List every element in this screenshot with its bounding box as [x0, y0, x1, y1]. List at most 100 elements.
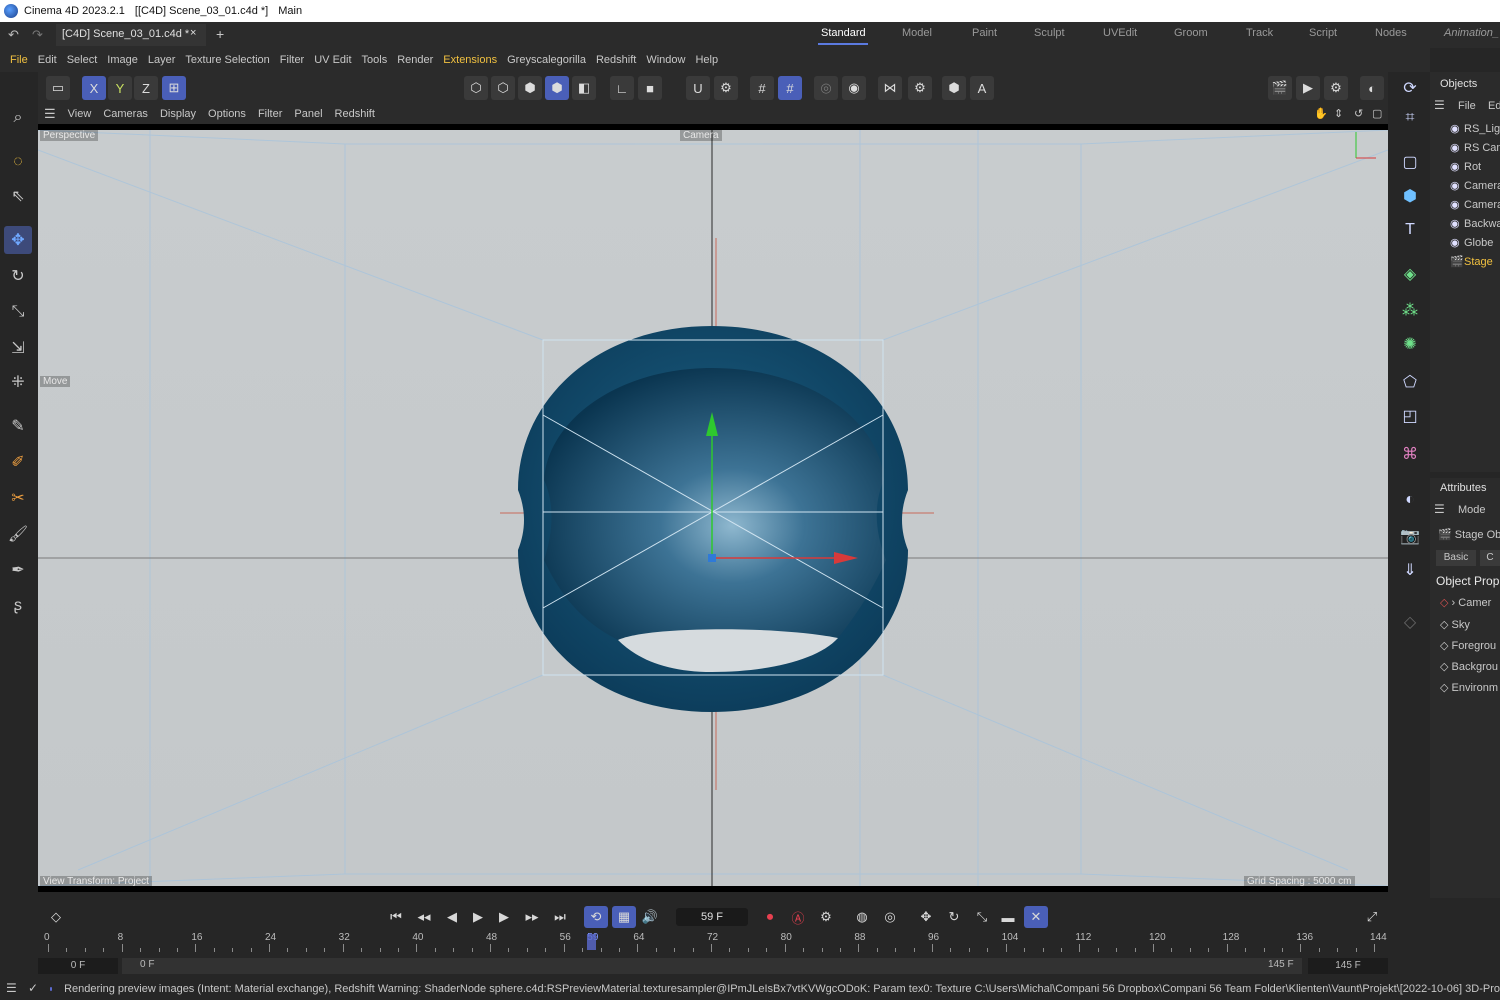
pan-view-icon[interactable]: ✋	[1314, 107, 1328, 120]
autokey-icon[interactable]: Ⓐ	[786, 906, 810, 928]
layout-tab-track[interactable]: Track	[1246, 27, 1273, 39]
text-icon[interactable]: T	[1396, 216, 1424, 244]
redshift-ipr-icon[interactable]: ◐	[1360, 76, 1384, 100]
menu-edit[interactable]: Edit	[38, 54, 57, 66]
sphere-object[interactable]	[518, 326, 908, 712]
null-object-icon[interactable]: ⌗	[1396, 104, 1424, 132]
layout-tab-nodes[interactable]: Nodes	[1375, 27, 1407, 39]
range-end-field[interactable]: 145 F	[1308, 958, 1388, 974]
menu-extensions[interactable]: Extensions	[443, 54, 497, 66]
object-item[interactable]: ◉ Rot	[1430, 160, 1500, 179]
go-to-start-icon[interactable]: ⏮	[384, 906, 408, 928]
points-mode-icon[interactable]: ⬡	[464, 76, 488, 100]
attr-sky[interactable]: ◇ Sky	[1430, 618, 1500, 638]
viewport[interactable]: Perspective Camera Move View Transform: …	[38, 124, 1388, 892]
layout-tab-groom[interactable]: Groom	[1174, 27, 1208, 39]
range-start-field[interactable]: 0 F	[38, 958, 118, 974]
viewport-canvas[interactable]: Perspective Camera Move View Transform: …	[38, 130, 1388, 886]
go-to-end-icon[interactable]: ⏭	[548, 906, 572, 928]
hair-icon[interactable]: ⌘	[1396, 440, 1424, 468]
layout-tab-uvedit[interactable]: UVEdit	[1103, 27, 1137, 39]
cube-icon[interactable]: ⬢	[1396, 182, 1424, 210]
objects-panel-title[interactable]: Objects	[1440, 78, 1477, 90]
snap-magnet-icon[interactable]: U	[686, 76, 710, 100]
generator-icon[interactable]: ◈	[1396, 260, 1424, 288]
object-item[interactable]: ◉ RS Cam	[1430, 141, 1500, 160]
layout-tab-standard[interactable]: Standard	[821, 27, 866, 39]
viewport-menu-options[interactable]: Options	[208, 108, 246, 120]
redo-icon[interactable]: ↷	[32, 27, 43, 43]
current-frame-field[interactable]: 59 F	[676, 908, 748, 926]
cloner-icon[interactable]: ⁂	[1396, 296, 1424, 324]
menu-select[interactable]: Select	[67, 54, 98, 66]
model-mode-icon[interactable]: ⬢	[545, 76, 569, 100]
lock-workplane-icon[interactable]: ◎	[814, 76, 838, 100]
field-icon[interactable]: ◰	[1396, 402, 1424, 430]
objects-menu-edit[interactable]: Ed	[1488, 100, 1500, 112]
viewport-menu-display[interactable]: Display	[160, 108, 196, 120]
undo-icon[interactable]: ↶	[8, 27, 19, 43]
brush-tool-icon[interactable]: 🖌	[4, 520, 32, 548]
layout-tab-script[interactable]: Script	[1309, 27, 1337, 39]
axis-y-button[interactable]: Y	[108, 76, 132, 100]
orbit-view-icon[interactable]: ↺	[1354, 107, 1363, 120]
search-icon[interactable]: ⌕	[4, 104, 32, 132]
layout-tab-sculpt[interactable]: Sculpt	[1034, 27, 1065, 39]
animate-icon[interactable]: ◇	[1440, 661, 1448, 673]
viewport-menu-filter[interactable]: Filter	[258, 108, 282, 120]
attr-foreground[interactable]: ◇ Foregrou	[1430, 639, 1500, 659]
playback-rate-icon[interactable]: ▦	[612, 906, 636, 928]
placement-tool-icon[interactable]: ⁜	[4, 368, 32, 396]
spline-smooth-icon[interactable]: ʂ	[4, 592, 32, 620]
layout-tab-paint[interactable]: Paint	[972, 27, 997, 39]
key-param-icon[interactable]: ▬	[996, 906, 1020, 928]
keyframe-icon[interactable]: ◇	[44, 906, 68, 928]
key-scheme-icon[interactable]: ◎	[878, 906, 902, 928]
light-object-icon[interactable]: ⇓	[1396, 556, 1424, 584]
deformer-icon[interactable]: ⬠	[1396, 368, 1424, 396]
render-view-icon[interactable]: 🎬	[1268, 76, 1292, 100]
menu-render[interactable]: Render	[397, 54, 433, 66]
menu-redshift[interactable]: Redshift	[596, 54, 636, 66]
menu-file[interactable]: File	[10, 54, 28, 66]
object-item[interactable]: ◉ Backwa	[1430, 217, 1500, 236]
next-key-icon[interactable]: ▸▸	[520, 906, 544, 928]
symmetry-icon[interactable]: ⋈	[878, 76, 902, 100]
object-item[interactable]: ◉ RS_Ligh	[1430, 122, 1500, 141]
axis-mode-icon[interactable]: ∟	[610, 76, 634, 100]
viewport-menu-panel[interactable]: Panel	[294, 108, 322, 120]
add-tab-icon[interactable]: +	[216, 26, 224, 42]
spline-pen-icon[interactable]: ✎	[4, 412, 32, 440]
loop-icon[interactable]: ⟲	[584, 906, 608, 928]
animate-icon[interactable]: ◇	[1440, 619, 1448, 631]
solo-icon[interactable]: ■	[638, 76, 662, 100]
grid-icon[interactable]: #	[750, 76, 774, 100]
key-settings-icon[interactable]: ⚙	[814, 906, 838, 928]
target-icon[interactable]: ◉	[842, 76, 866, 100]
menu-image[interactable]: Image	[107, 54, 138, 66]
dolly-view-icon[interactable]: ⇕	[1334, 107, 1343, 120]
axis-x-button[interactable]: X	[82, 76, 106, 100]
transfer-tool-icon[interactable]: ⇲	[4, 334, 32, 362]
record-icon[interactable]: ⏺	[758, 906, 782, 928]
render-picture-viewer-icon[interactable]: ▶	[1296, 76, 1320, 100]
fcurve-editor-icon[interactable]: ⤢	[1360, 906, 1384, 928]
live-selection-icon[interactable]: ◌	[4, 148, 32, 176]
status-check-icon[interactable]: ✓	[28, 981, 38, 995]
range-slider[interactable]: 0 F 145 F	[122, 958, 1302, 974]
object-item[interactable]: ◉ Camera	[1430, 179, 1500, 198]
objects-menu-file[interactable]: File	[1458, 100, 1476, 112]
auto-icon[interactable]: A	[970, 76, 994, 100]
rotate-tool-icon[interactable]: ↻	[4, 262, 32, 290]
edges-mode-icon[interactable]: ⬡	[491, 76, 515, 100]
axis-z-button[interactable]: Z	[134, 76, 158, 100]
symmetry-settings-icon[interactable]: ⚙	[908, 76, 932, 100]
snap-settings-icon[interactable]: ⚙	[714, 76, 738, 100]
key-selection-icon[interactable]: ◍	[850, 906, 874, 928]
texture-mode-icon[interactable]: ◧	[572, 76, 596, 100]
camera-object-icon[interactable]: 📷	[1396, 522, 1424, 550]
attr-background[interactable]: ◇ Backgrou	[1430, 660, 1500, 680]
menu-window[interactable]: Window	[646, 54, 685, 66]
hexagon-icon[interactable]: ⬢	[942, 76, 966, 100]
polygons-mode-icon[interactable]: ⬢	[518, 76, 542, 100]
